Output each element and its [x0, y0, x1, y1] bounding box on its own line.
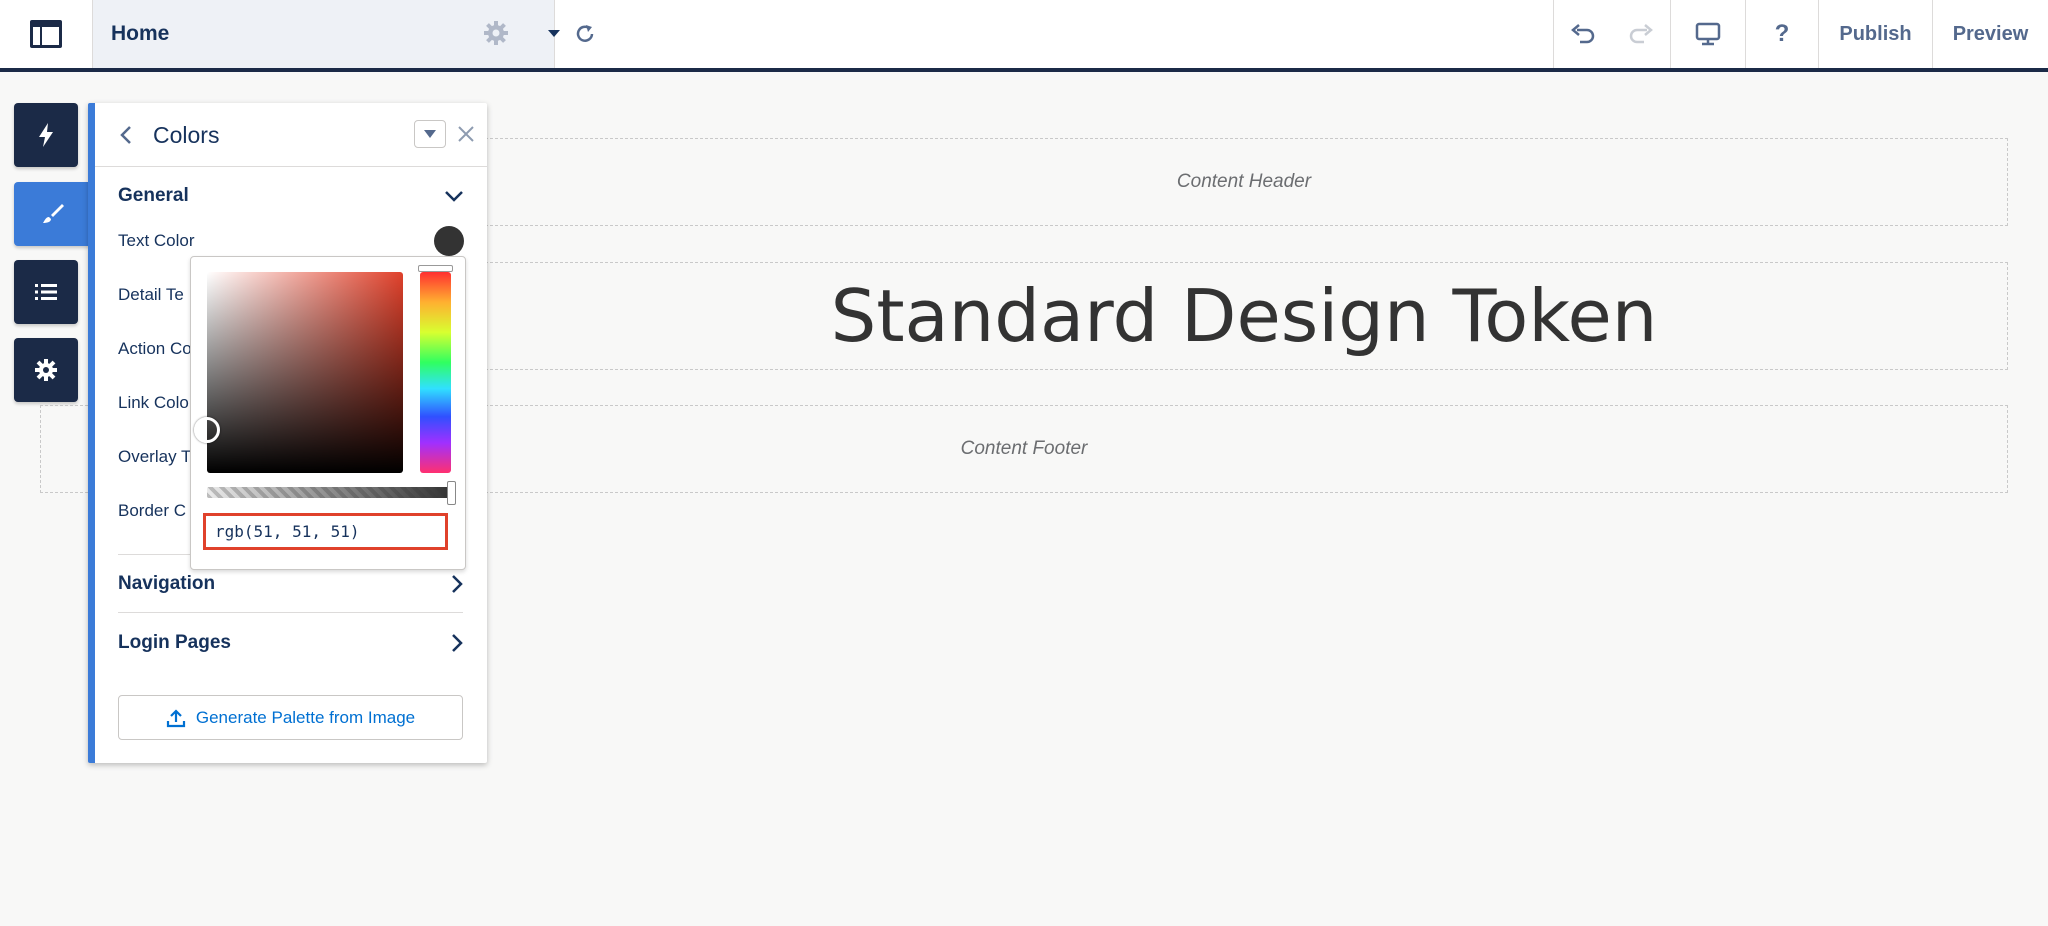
alpha-handle[interactable] — [447, 481, 456, 505]
rail-theme-button[interactable] — [14, 182, 92, 246]
brush-icon — [43, 204, 64, 223]
chevron-down-icon[interactable] — [548, 30, 560, 38]
help-group: ? — [1745, 0, 1818, 68]
hue-handle[interactable] — [418, 265, 453, 272]
page-selector[interactable]: Home — [93, 0, 560, 68]
device-preview-button[interactable] — [1671, 0, 1745, 68]
refresh-icon — [576, 25, 594, 42]
chevron-right-icon — [452, 634, 463, 652]
panel-header: Colors — [95, 103, 487, 167]
top-bar: Home ? Publish Preview — [0, 0, 2048, 72]
prop-overlay-text-color: Overlay T — [118, 447, 192, 466]
page-title: Home — [111, 22, 170, 45]
rail-components-button[interactable] — [14, 103, 78, 167]
panel-title: Colors — [153, 122, 220, 148]
undo-redo-group — [1553, 0, 1670, 68]
upload-icon — [166, 708, 185, 727]
redo-button[interactable] — [1612, 0, 1670, 68]
chevron-right-icon — [452, 575, 463, 593]
section-login-pages[interactable]: Login Pages — [118, 632, 463, 654]
undo-icon — [1571, 24, 1595, 44]
section-navigation-label: Navigation — [118, 573, 216, 594]
help-button[interactable]: ? — [1746, 0, 1818, 68]
layout-icon — [30, 20, 62, 48]
section-general-label: General — [118, 185, 189, 206]
text-color-swatch[interactable] — [434, 226, 464, 256]
device-group — [1670, 0, 1745, 68]
generate-palette-button[interactable]: Generate Palette from Image — [118, 695, 463, 740]
section-general[interactable]: General — [118, 185, 463, 207]
alpha-slider[interactable] — [207, 487, 451, 498]
hue-slider[interactable] — [420, 272, 451, 473]
list-icon — [35, 284, 57, 300]
saturation-handle[interactable] — [194, 417, 220, 443]
desktop-icon — [1695, 22, 1721, 46]
color-value-input[interactable]: rgb(51, 51, 51) — [203, 513, 448, 550]
section-login-pages-label: Login Pages — [118, 632, 231, 653]
rail-page-structure-button[interactable] — [14, 260, 78, 324]
redo-icon — [1629, 24, 1653, 44]
lightning-icon — [39, 123, 53, 147]
panel-menu-button[interactable] — [414, 120, 446, 148]
prop-link-color: Link Colo — [118, 393, 189, 412]
gear-icon — [35, 359, 57, 381]
preview-button[interactable]: Preview — [1932, 0, 2048, 68]
app-launcher-button[interactable] — [0, 0, 93, 68]
saturation-area[interactable] — [207, 272, 403, 473]
content-header-label: Content Header — [1176, 171, 1312, 192]
content-header-region[interactable]: Content Header — [480, 138, 2008, 226]
gear-icon[interactable] — [483, 20, 509, 46]
generate-palette-label: Generate Palette from Image — [195, 707, 416, 727]
refresh-button[interactable] — [555, 0, 615, 68]
rail-settings-button[interactable] — [14, 338, 78, 402]
prop-border-color: Border C — [118, 501, 187, 520]
close-icon[interactable] — [457, 125, 475, 143]
back-icon[interactable] — [119, 125, 133, 145]
content-footer-label: Content Footer — [960, 438, 1088, 459]
divider — [118, 612, 463, 613]
prop-action-color: Action Co — [118, 339, 192, 358]
chevron-down-icon — [445, 191, 463, 202]
hero-heading: Standard Design Token — [830, 274, 1658, 358]
content-region[interactable]: Standard Design Token — [480, 262, 2008, 370]
color-picker-popover: rgb(51, 51, 51) — [190, 256, 466, 570]
prop-text-color: Text Color — [118, 231, 195, 250]
publish-button[interactable]: Publish — [1818, 0, 1932, 68]
undo-button[interactable] — [1554, 0, 1612, 68]
section-navigation[interactable]: Navigation — [118, 573, 463, 595]
prop-detail-text-color: Detail Te — [118, 285, 184, 304]
chevron-down-icon — [424, 130, 436, 138]
